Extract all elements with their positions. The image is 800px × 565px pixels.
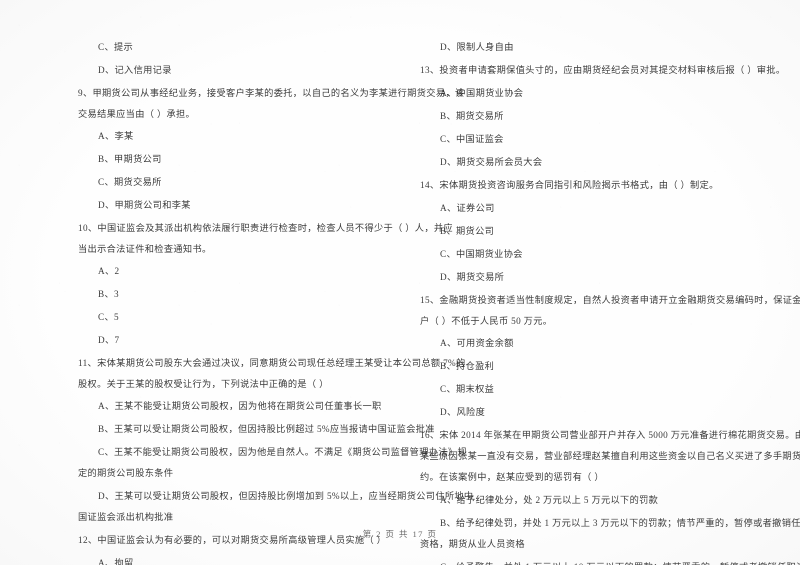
question-line: 股权。关于王某的股权受让行为，下列说法中正确的是（ ） (78, 379, 329, 389)
option-line: A、李某 (98, 131, 134, 141)
question-line: 10、中国证监会及其派出机构依法履行职责进行检查时，检查人员不得少于（ ）人，并… (78, 223, 453, 233)
option-line: A、给予纪律处分，处 2 万元以上 5 万元以下的罚款 (440, 495, 659, 505)
option-line: 国证监会派出机构批准 (78, 512, 174, 522)
question-line: 13、投资者申请套期保值头寸的，应由期货经纪会员对其提交材料审核后报（ ）审批。 (420, 65, 786, 75)
question-line: 约。在该案例中，赵某应受到的惩罚有（ ） (420, 472, 604, 482)
question-line: 交易结果应当由（ ）承担。 (78, 109, 196, 119)
option-line: D、7 (98, 335, 120, 345)
question-line: 15、金融期货投资者适当性制度规定，自然人投资者申请开立金融期货交易编码时，保证… (420, 295, 800, 305)
right-column: D、限制人身自由 13、投资者申请套期保值头寸的，应由期货经纪会员对其提交材料审核… (400, 0, 800, 565)
option-line: 定的期货公司股东条件 (78, 468, 174, 478)
option-line: C、中国期货业协会 (440, 249, 523, 259)
option-line: D、期货交易所 (440, 272, 505, 282)
question-line: 户（ ）不低于人民币 50 万元。 (420, 316, 553, 326)
option-line: C、提示 (98, 42, 134, 52)
option-line: C、5 (98, 312, 119, 322)
option-line: D、甲期货公司和李某 (98, 200, 191, 210)
option-line: 资格，期货从业人员资格 (420, 539, 525, 549)
option-line: A、王某不能受让期货公司股权，因为他将在期货公司任董事长一职 (98, 401, 382, 411)
option-line: C、期末权益 (440, 384, 495, 394)
page-footer: 第 2 页 共 17 页 (362, 529, 438, 539)
question-columns: C、提示 D、记入信用记录 9、甲期货公司从事经纪业务，接受客户李某的委托，以自己的… (0, 0, 800, 565)
question-line: 当出示合法证件和检查通知书。 (78, 244, 212, 254)
option-line: C、中国证监会 (440, 134, 504, 144)
option-line: D、记入信用记录 (98, 65, 172, 75)
option-line: A、2 (98, 266, 120, 276)
option-line: C、期货交易所 (98, 177, 162, 187)
question-line: 16、宋体 2014 年张某在甲期货公司营业部开户并存入 5000 万元准备进行… (420, 430, 800, 440)
question-line: 14、宋体期货投资咨询服务合同指引和风险揭示书格式，由（ ）制定。 (420, 180, 719, 190)
option-line: B、3 (98, 289, 119, 299)
option-line: A、拘留 (98, 558, 134, 565)
option-line: B、期货交易所 (440, 111, 504, 121)
exam-page: C、提示 D、记入信用记录 9、甲期货公司从事经纪业务，接受客户李某的委托，以自己的… (0, 0, 800, 565)
option-line: A、中国期货业协会 (440, 88, 524, 98)
option-line: A、可用资金余额 (440, 338, 514, 348)
left-column: C、提示 D、记入信用记录 9、甲期货公司从事经纪业务，接受客户李某的委托，以自己的… (0, 0, 473, 565)
question-line: 某些原因张某一直没有交易，营业部经理赵某擅自利用这些资金以自己名义买进了多手期货… (420, 451, 800, 461)
option-line: D、期货交易所会员大会 (440, 157, 543, 167)
option-line: D、限制人身自由 (440, 42, 514, 52)
option-line: B、持仓盈利 (440, 361, 495, 371)
option-line: B、王某可以受让期货公司股权，但因持股比例超过 5%应当报请中国证监会批准 (98, 424, 435, 434)
option-line: B、甲期货公司 (98, 154, 162, 164)
option-line: B、期货公司 (440, 226, 495, 236)
option-line: D、风险度 (440, 407, 486, 417)
option-line: A、证券公司 (440, 203, 495, 213)
